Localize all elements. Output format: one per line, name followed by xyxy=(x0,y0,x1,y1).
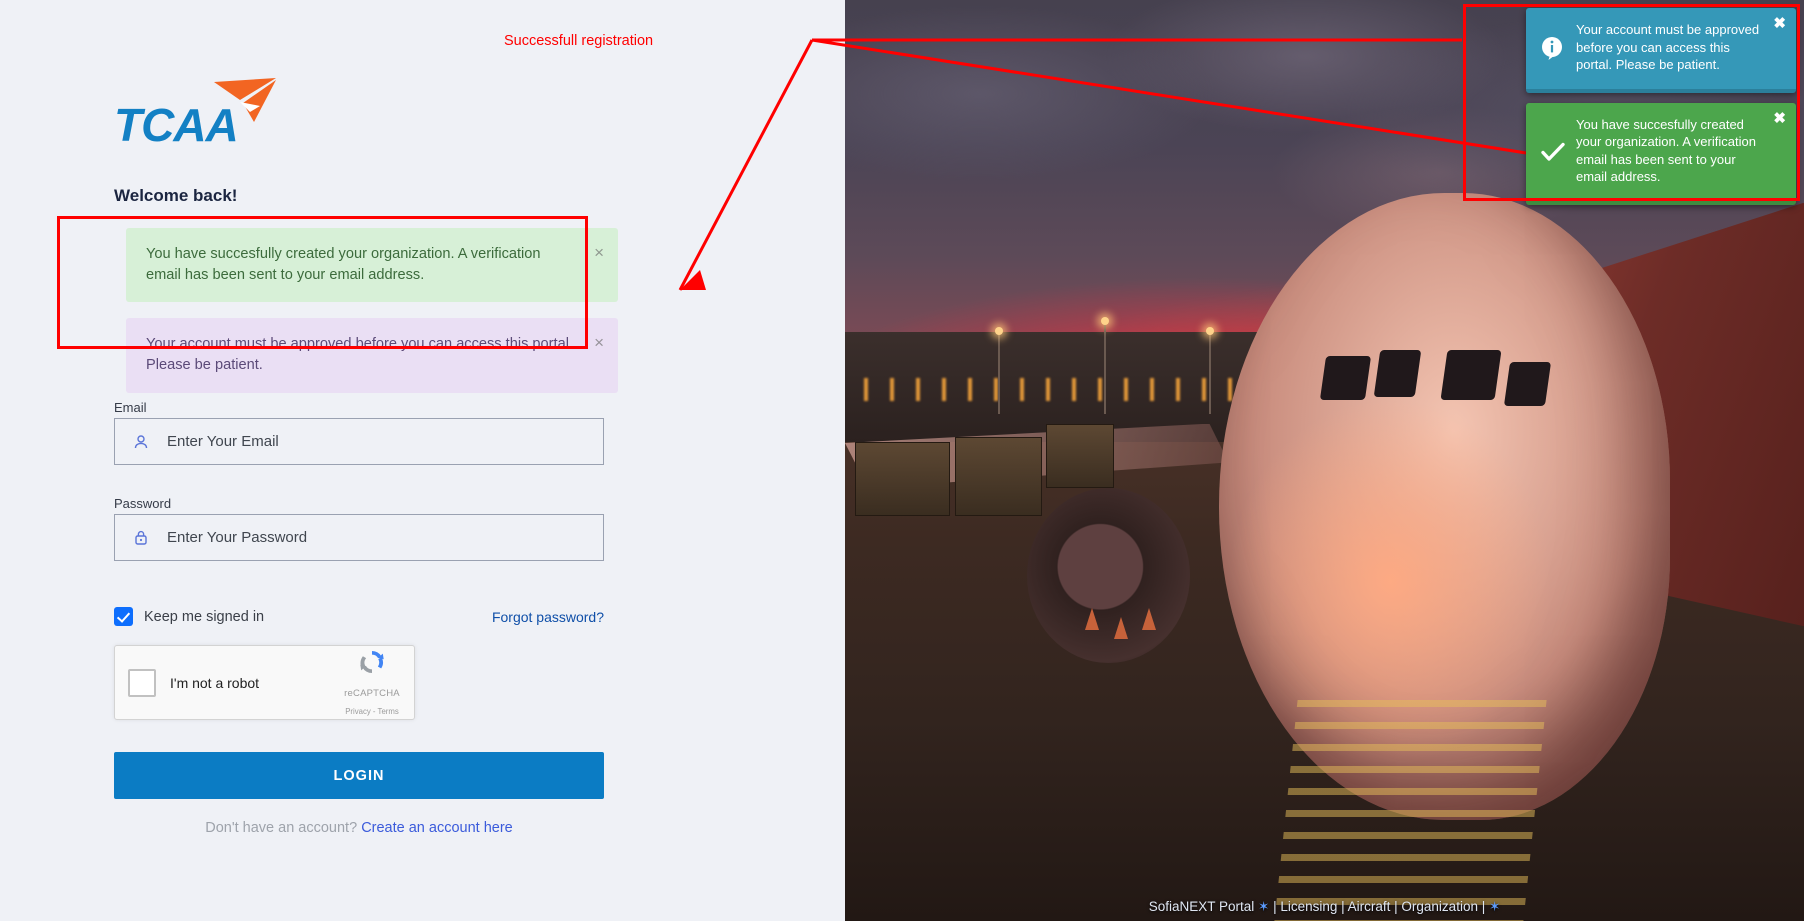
toast-success[interactable]: You have succesfully created your organi… xyxy=(1526,102,1796,205)
check-icon xyxy=(1540,139,1566,165)
toast-success-text: You have succesfully created your organi… xyxy=(1576,116,1756,185)
login-page: Successfull registration TCAA Welcome ba… xyxy=(0,0,1804,921)
info-circle-icon xyxy=(1540,35,1566,61)
toast-stack: Your account must be approved before you… xyxy=(1526,8,1796,215)
toast-success-close-icon[interactable]: ✖ xyxy=(1773,111,1786,126)
toast-info[interactable]: Your account must be approved before you… xyxy=(1526,8,1796,93)
toast-info-close-icon[interactable]: ✖ xyxy=(1773,16,1786,31)
toast-info-text: Your account must be approved before you… xyxy=(1576,22,1760,73)
